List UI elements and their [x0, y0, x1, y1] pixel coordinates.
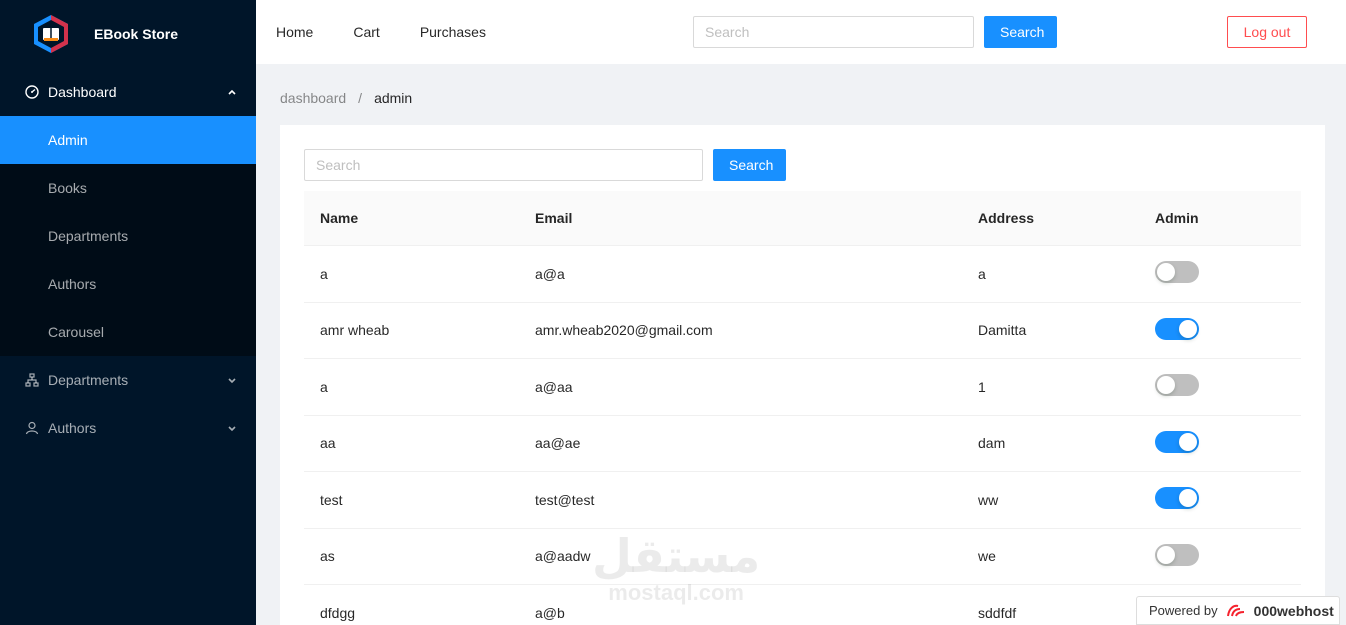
- cell-address: a: [978, 265, 986, 282]
- cell-admin: [1139, 487, 1301, 512]
- cell-admin: [1139, 261, 1301, 286]
- table-row: test test@test ww: [304, 472, 1301, 529]
- admin-toggle[interactable]: [1155, 487, 1199, 510]
- sidebar-item-label: Admin: [48, 132, 88, 148]
- book-logo-icon: [34, 15, 68, 53]
- dashboard-icon: [24, 84, 40, 100]
- dashboard-submenu: Admin Books Departments Authors Carousel: [0, 116, 256, 356]
- users-table: Name Email Address Admin a a@a a amr wheab a…: [304, 191, 1301, 625]
- admin-toggle[interactable]: [1155, 430, 1199, 453]
- table-row: a a@aa 1: [304, 359, 1301, 416]
- table-body: a a@a a amr wheab amr.wheab2020@gmail.com Dam…: [304, 246, 1301, 625]
- cell-email: aa@ae: [535, 435, 581, 452]
- table-row: amr wheab amr.wheab2020@gmail.com Damitta: [304, 303, 1301, 359]
- sidebar-item-authors[interactable]: Authors: [0, 404, 256, 452]
- cell-address: sddfdf: [978, 604, 1017, 621]
- cell-admin: [1139, 374, 1301, 399]
- cell-address: Damitta: [978, 322, 1027, 339]
- breadcrumb: dashboard / admin: [280, 90, 412, 106]
- cell-admin: [1139, 430, 1301, 456]
- cell-email: a@aadw: [535, 548, 591, 565]
- sidebar-item-departments[interactable]: Departments: [0, 356, 256, 404]
- cell-address: we: [978, 548, 996, 565]
- cell-name: dfdgg: [320, 604, 356, 621]
- cell-admin: [1139, 317, 1301, 343]
- sidebar-item-dashboard[interactable]: Dashboard: [0, 68, 256, 116]
- top-nav: Home Cart Purchases: [256, 0, 506, 64]
- cell-name: aa: [320, 435, 336, 452]
- chevron-down-icon: [228, 426, 236, 432]
- sidebar-item-books[interactable]: Books: [0, 164, 256, 212]
- cell-email: a@b: [535, 604, 565, 621]
- nav-home[interactable]: Home: [256, 24, 333, 40]
- cell-admin: [1139, 543, 1301, 569]
- breadcrumb-separator: /: [358, 90, 363, 106]
- table-row: aa aa@ae dam: [304, 416, 1301, 472]
- cell-address: dam: [978, 435, 1006, 452]
- powered-brand: 000webhost: [1253, 602, 1334, 619]
- user-icon: [24, 420, 40, 436]
- cell-name: amr wheab: [320, 322, 390, 339]
- sidebar-item-admin[interactable]: Admin: [0, 116, 256, 164]
- admin-toggle[interactable]: [1155, 543, 1199, 566]
- powered-prefix: Powered by: [1149, 603, 1218, 618]
- cell-name: as: [320, 548, 335, 565]
- cell-name: test: [320, 491, 343, 508]
- column-header-admin: Admin: [1155, 210, 1199, 226]
- admin-toggle[interactable]: [1155, 374, 1199, 397]
- sidebar-item-carousel[interactable]: Carousel: [0, 308, 256, 356]
- cell-address: ww: [978, 491, 999, 508]
- table-header: Name Email Address Admin: [304, 191, 1301, 246]
- sidebar: EBook Store Dashboard Admin Books Depart…: [0, 0, 256, 625]
- header-search-input[interactable]: [693, 16, 974, 48]
- webhost-logo-icon: [1226, 604, 1244, 616]
- powered-by-badge[interactable]: Powered by 000webhost: [1136, 596, 1340, 625]
- nav-cart[interactable]: Cart: [333, 24, 399, 40]
- admin-card: Search Name Email Address Admin aa@aaamr…: [280, 125, 1325, 625]
- cell-email: a@aa: [535, 378, 573, 395]
- sidebar-item-label: Authors: [48, 276, 97, 292]
- user-search-button[interactable]: Search: [713, 149, 786, 181]
- logout-button[interactable]: Log out: [1227, 16, 1307, 48]
- sidebar-item-label: Dashboard: [48, 84, 117, 100]
- chevron-down-icon: [228, 378, 236, 384]
- cell-email: test@test: [535, 491, 595, 508]
- sidebar-item-departments-sub[interactable]: Departments: [0, 212, 256, 260]
- top-header: Home Cart Purchases Search Log out: [256, 0, 1346, 64]
- table-row: as a@aadw we: [304, 529, 1301, 585]
- table-row: a a@a a: [304, 246, 1301, 303]
- breadcrumb-current: admin: [374, 90, 413, 106]
- nav-purchases[interactable]: Purchases: [400, 24, 506, 40]
- hierarchy-icon: [24, 372, 40, 388]
- sidebar-item-label: Authors: [48, 420, 97, 436]
- admin-toggle[interactable]: [1155, 261, 1199, 284]
- cell-address: 1: [978, 378, 986, 395]
- sidebar-item-authors-sub[interactable]: Authors: [0, 260, 256, 308]
- header-search-button[interactable]: Search: [984, 16, 1057, 48]
- cell-name: a: [320, 265, 328, 282]
- cell-name: a: [320, 378, 328, 395]
- sidebar-item-label: Books: [48, 180, 87, 196]
- sidebar-item-label: Departments: [48, 372, 129, 388]
- cell-email: a@a: [535, 265, 565, 282]
- app-title: EBook Store: [94, 26, 179, 42]
- admin-toggle[interactable]: [1155, 317, 1199, 340]
- sidebar-item-label: Carousel: [48, 324, 105, 340]
- column-header-address: Address: [978, 210, 1035, 226]
- chevron-up-icon: [228, 89, 236, 95]
- sidebar-item-label: Departments: [48, 228, 129, 244]
- column-header-name: Name: [320, 210, 359, 226]
- user-search-input[interactable]: [304, 149, 703, 181]
- column-header-email: Email: [535, 210, 573, 226]
- cell-email: amr.wheab2020@gmail.com: [535, 322, 713, 339]
- breadcrumb-dashboard[interactable]: dashboard: [280, 90, 346, 106]
- app-logo[interactable]: EBook Store: [0, 0, 256, 68]
